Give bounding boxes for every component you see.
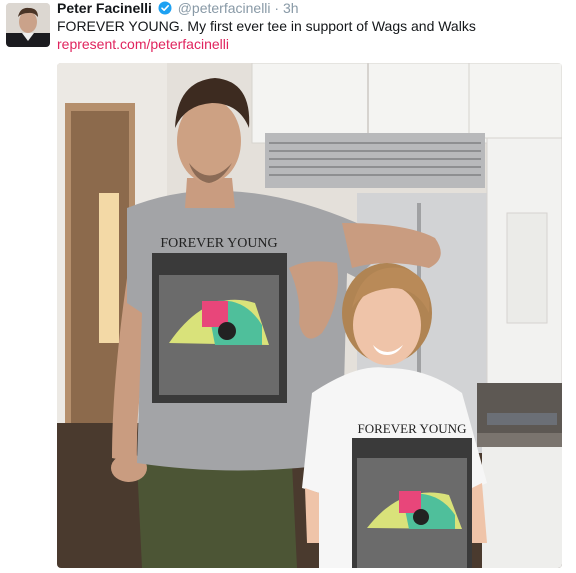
photo-illustration: FOREVER YOUNG FOREVER YOUNG bbox=[57, 63, 562, 568]
avatar-image bbox=[6, 3, 50, 47]
child-shirt-text: FOREVER YOUNG bbox=[358, 421, 467, 436]
tweet-text: FOREVER YOUNG. My first ever tee in supp… bbox=[57, 18, 476, 34]
author-handle[interactable]: @peterfacinelli bbox=[178, 0, 271, 16]
tweet-header: Peter Facinelli @peterfacinelli · 3h bbox=[57, 0, 568, 19]
author-name[interactable]: Peter Facinelli bbox=[57, 0, 152, 16]
tweet-link[interactable]: represent.com/peterfacinelli bbox=[57, 36, 229, 53]
verified-badge-icon bbox=[158, 1, 172, 19]
header-separator: · bbox=[274, 0, 280, 16]
tweet-timestamp[interactable]: 3h bbox=[283, 0, 299, 16]
author-avatar[interactable] bbox=[6, 3, 50, 47]
tweet-photo[interactable]: FOREVER YOUNG FOREVER YOUNG bbox=[57, 63, 562, 568]
adult-shirt-text: FOREVER YOUNG bbox=[160, 236, 277, 251]
